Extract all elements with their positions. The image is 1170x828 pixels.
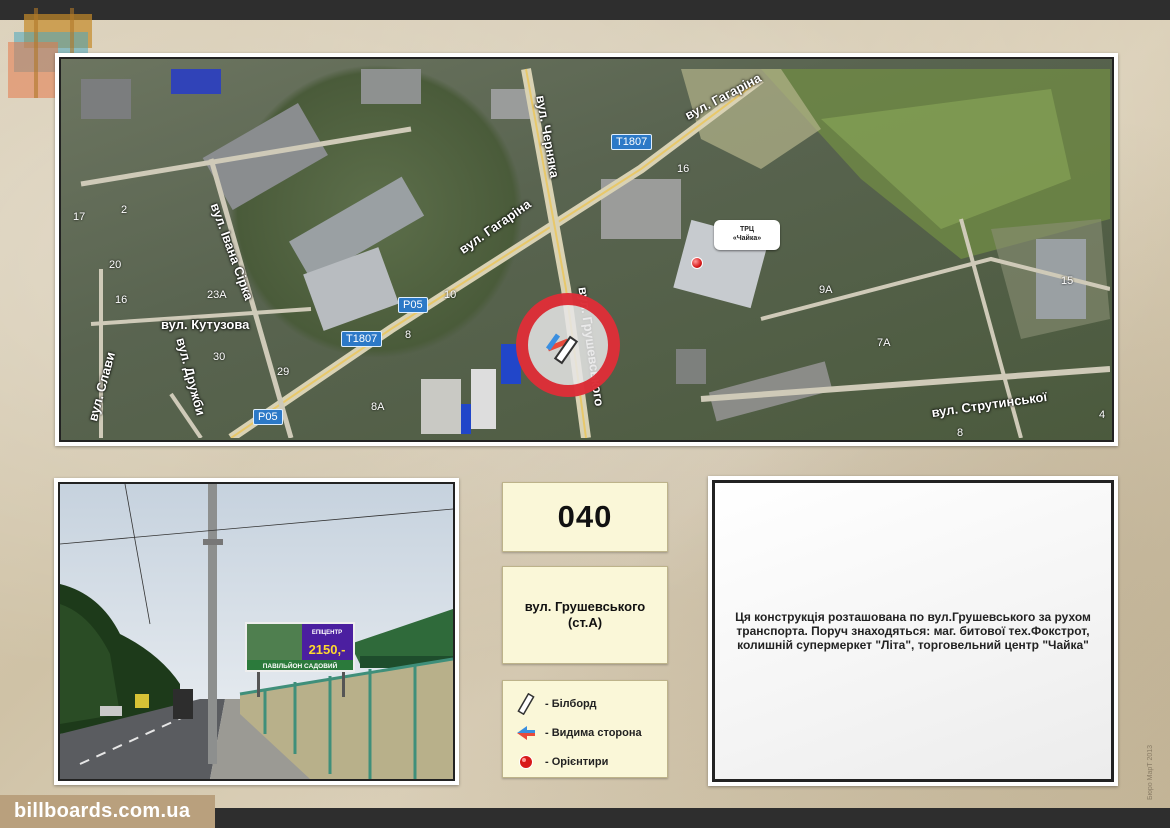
legend-item-landmarks: - Орієнтири bbox=[515, 747, 667, 776]
house-number: 8 bbox=[957, 427, 964, 439]
billboard-title: ПАВІЛЬЙОН САДОВИЙ bbox=[263, 661, 338, 670]
legend-box: - Білборд - Видима сторона - Орієнтири bbox=[502, 680, 668, 778]
billboard-location-marker[interactable] bbox=[516, 293, 620, 397]
map-frame: вул. Гагаріна вул. Черняка вул. Гагаріна… bbox=[55, 53, 1118, 446]
description-panel: Ця конструкція розташована по вул.Грушев… bbox=[712, 480, 1114, 782]
copyright-text: Бюро МарТ 2013 bbox=[1147, 744, 1154, 800]
landmark-dot-icon bbox=[515, 751, 537, 773]
address-line2: (ст.А) bbox=[567, 615, 603, 630]
site-photo[interactable]: ЕПІЦЕНТР 2150,- ПАВІЛЬЙОН САДОВИЙ bbox=[58, 482, 455, 781]
house-number: 16 bbox=[115, 294, 128, 306]
house-number: 4 bbox=[1099, 409, 1106, 421]
billboard-code: 040 bbox=[557, 499, 613, 534]
house-number: 2 bbox=[121, 204, 128, 216]
landmark-callout: ТРЦ «Чайка» bbox=[714, 220, 780, 250]
house-number: 8 bbox=[405, 329, 412, 341]
legend-label: - Білборд bbox=[545, 697, 597, 710]
description-text: Ця конструкція розташована по вул.Грушев… bbox=[735, 610, 1091, 652]
house-number: 9A bbox=[819, 284, 833, 296]
house-number: 20 bbox=[109, 259, 122, 271]
visible-side-arrow-icon bbox=[515, 722, 537, 744]
description-frame: Ця конструкція розташована по вул.Грушев… bbox=[708, 476, 1118, 786]
address-line1: вул. Грушевського bbox=[524, 599, 646, 614]
billboard-price: 2150,- bbox=[309, 642, 346, 657]
legend-label: - Орієнтири bbox=[545, 755, 609, 768]
house-number: 30 bbox=[213, 351, 226, 363]
house-number: 7A bbox=[877, 337, 891, 349]
landmark-callout-line2: «Чайка» bbox=[732, 235, 762, 242]
route-shield-t1807-top: T1807 bbox=[611, 134, 653, 150]
street-label-kutuzova: вул. Кутузова bbox=[161, 317, 250, 332]
legend-item-visible-side: - Видима сторона bbox=[515, 718, 667, 747]
photo-frame: ЕПІЦЕНТР 2150,- ПАВІЛЬЙОН САДОВИЙ bbox=[54, 478, 459, 785]
route-shield-p05-mid: P05 bbox=[398, 297, 428, 313]
route-shield-t1807-mid: T1807 bbox=[341, 331, 383, 347]
house-number: 10 bbox=[444, 289, 457, 301]
house-number: 29 bbox=[277, 366, 290, 378]
billboard-icon bbox=[515, 692, 537, 715]
house-number: 8A bbox=[371, 401, 385, 413]
billboard-brand: ЕПІЦЕНТР bbox=[312, 630, 342, 636]
legend-label: - Видима сторона bbox=[545, 726, 642, 739]
top-bar bbox=[0, 0, 1170, 20]
address-box: вул. Грушевського (ст.А) bbox=[502, 566, 668, 664]
satellite-map[interactable]: вул. Гагаріна вул. Черняка вул. Гагаріна… bbox=[59, 57, 1114, 442]
route-shield-p05-bottom: P05 bbox=[253, 409, 283, 425]
legend-item-billboard: - Білборд bbox=[515, 689, 667, 718]
house-number: 23A bbox=[207, 289, 227, 301]
site-link[interactable]: billboards.com.ua bbox=[0, 795, 215, 828]
house-number: 15 bbox=[1061, 275, 1074, 287]
house-number: 16 bbox=[677, 163, 690, 175]
billboard-code-box: 040 bbox=[502, 482, 668, 552]
billboard-icon bbox=[545, 333, 579, 365]
landmark-callout-line1: ТРЦ bbox=[739, 226, 755, 233]
house-number: 17 bbox=[73, 211, 86, 223]
landmark-dot-icon[interactable] bbox=[691, 257, 703, 269]
photo-graphics: ЕПІЦЕНТР 2150,- ПАВІЛЬЙОН САДОВИЙ bbox=[60, 484, 453, 779]
